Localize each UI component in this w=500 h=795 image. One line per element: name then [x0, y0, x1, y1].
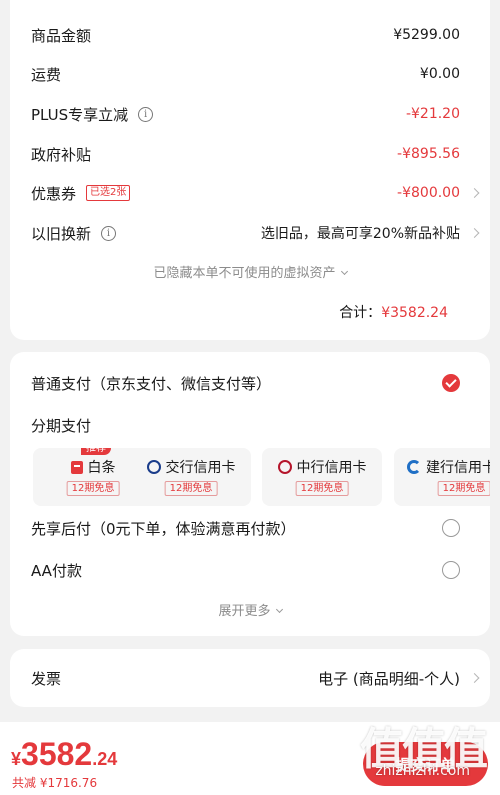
subsidy-label: 政府补贴 — [31, 145, 92, 164]
shipping-value: ¥0.00 — [419, 66, 460, 82]
coupon-row[interactable]: 优惠券 已选2张 -¥800.00 — [31, 181, 480, 205]
installment-header: 分期支付 — [31, 413, 460, 437]
expand-more-label: 展开更多 — [218, 604, 271, 619]
aa-payment-label: AA付款 — [31, 561, 82, 580]
normal-payment-label: 普通支付（京东支付、微信支付等） — [31, 374, 272, 393]
installment-option-name: 建行信用卡 — [426, 460, 490, 476]
pay-amount: ¥ 3582 .24 — [11, 736, 117, 773]
baitiao-icon — [70, 460, 83, 474]
total-value: ¥3582.24 — [381, 305, 448, 321]
subsidy-row: 政府补贴 -¥895.56 — [31, 142, 460, 166]
installment-option-name: 交行信用卡 — [165, 460, 236, 476]
pay-amount-integer: 3582 — [21, 736, 93, 772]
checkout-bar: ¥ 3582 .24 共减 ¥1716.76 提交订单 — [0, 722, 500, 795]
coupon-selected-tag: 已选2张 — [86, 185, 131, 201]
installment-option-bocom[interactable]: 交行信用卡 12期免息 — [131, 448, 251, 506]
info-icon[interactable]: i — [138, 106, 154, 122]
invoice-value: 电子 (商品明细-个人) — [318, 669, 460, 688]
chevron-right-icon — [469, 673, 480, 683]
chevron-down-icon — [340, 267, 348, 276]
payment-method-card: 普通支付（京东支付、微信支付等） 分期支付 推荐 白条 12期免息 交行信用卡 … — [10, 352, 490, 636]
shipping-label: 运费 — [31, 65, 62, 84]
interest-free-tag: 12期免息 — [164, 481, 218, 496]
plus-discount-row: PLUS专享立减 i -¥21.20 — [31, 102, 460, 126]
chevron-down-icon — [275, 605, 283, 614]
installment-option-name: 中行信用卡 — [296, 460, 367, 476]
ccb-icon — [407, 460, 421, 474]
subsidy-value: -¥895.56 — [397, 146, 460, 162]
goods-amount-label: 商品金额 — [31, 26, 92, 45]
hidden-assets-toggle[interactable]: 已隐藏本单不可使用的虚拟资产 — [10, 262, 490, 281]
installment-option-ccb[interactable]: 建行信用卡 12期免息 — [394, 448, 490, 506]
shipping-row: 运费 ¥0.00 — [31, 62, 460, 86]
chevron-right-icon — [469, 188, 480, 198]
info-icon[interactable]: i — [101, 225, 117, 241]
interest-free-tag: 12期免息 — [295, 481, 349, 496]
total-label: 合计： — [339, 305, 382, 321]
radio-icon[interactable] — [442, 561, 460, 579]
normal-payment-option[interactable]: 普通支付（京东支付、微信支付等） — [31, 371, 460, 395]
goods-amount-value: ¥5299.00 — [393, 27, 460, 43]
invoice-row[interactable]: 发票 电子 (商品明细-个人) — [31, 666, 480, 690]
aa-payment-option[interactable]: AA付款 — [31, 558, 460, 582]
hidden-assets-note: 已隐藏本单不可使用的虚拟资产 — [153, 266, 336, 281]
interest-free-tag: 12期免息 — [66, 481, 120, 496]
order-total: 合计：¥3582.24 — [339, 302, 448, 322]
radio-icon[interactable] — [442, 519, 460, 537]
currency-symbol: ¥ — [11, 749, 22, 769]
bocom-icon — [146, 460, 161, 474]
coupon-label: 优惠券 — [31, 184, 77, 203]
installment-option-name: 白条 — [87, 460, 116, 476]
invoice-card[interactable]: 发票 电子 (商品明细-个人) — [10, 649, 490, 707]
tradein-label: 以旧换新 — [31, 224, 92, 243]
tradein-value: 选旧品，最高可享20%新品补贴 — [260, 226, 460, 242]
expand-more-button[interactable]: 展开更多 — [10, 600, 490, 619]
coupon-value: -¥800.00 — [397, 185, 460, 201]
site-watermark-url: zhizhizhi.com — [375, 763, 470, 779]
installment-options: 推荐 白条 12期免息 交行信用卡 12期免息 中行信用卡 12期免息 建行信用… — [33, 448, 490, 508]
boc-icon — [277, 460, 292, 474]
total-saved: 共减 ¥1716.76 — [12, 776, 98, 790]
paylater-label: 先享后付（0元下单，体验满意再付款） — [31, 519, 296, 538]
recommend-badge: 推荐 — [81, 448, 111, 455]
tradein-row[interactable]: 以旧换新 i 选旧品，最高可享20%新品补贴 — [31, 221, 480, 245]
order-summary-card: 商品金额 ¥5299.00 运费 ¥0.00 PLUS专享立减 i -¥21.2… — [10, 0, 490, 340]
plus-discount-label: PLUS专享立减 — [31, 105, 129, 124]
interest-free-tag: 12期免息 — [437, 481, 490, 496]
invoice-label: 发票 — [31, 669, 62, 688]
goods-amount-row: 商品金额 ¥5299.00 — [31, 23, 460, 47]
chevron-right-icon — [469, 228, 480, 238]
paylater-option[interactable]: 先享后付（0元下单，体验满意再付款） — [31, 516, 460, 540]
installment-label: 分期支付 — [31, 416, 92, 435]
installment-option-boc[interactable]: 中行信用卡 12期免息 — [262, 448, 382, 506]
checked-icon[interactable] — [442, 374, 460, 392]
plus-discount-value: -¥21.20 — [405, 106, 460, 122]
pay-amount-decimal: .24 — [92, 749, 118, 769]
